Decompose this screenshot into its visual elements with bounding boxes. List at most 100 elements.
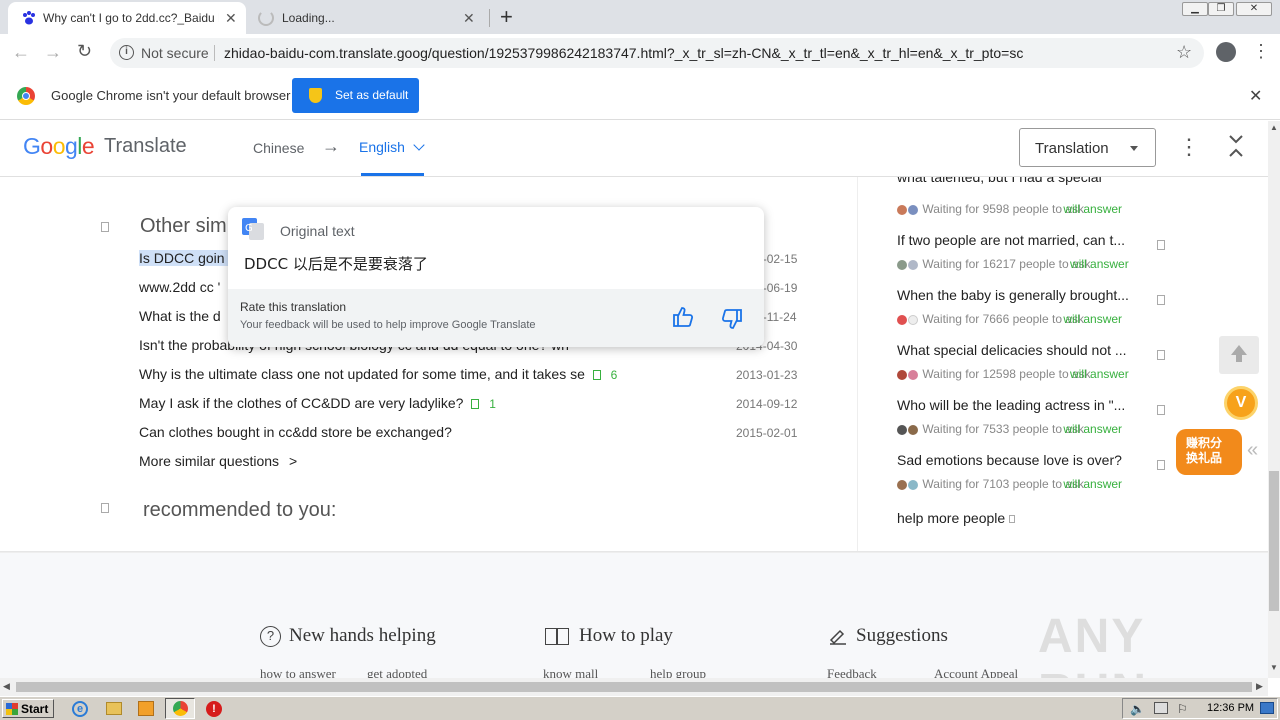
tab-close-icon[interactable]: ✕	[225, 10, 237, 27]
rate-subtitle: Your feedback will be used to help impro…	[240, 319, 536, 331]
omnibox-divider	[214, 45, 215, 61]
new-tab-button[interactable]: +	[500, 4, 513, 30]
dropdown-caret-icon	[1130, 146, 1138, 151]
thumbs-up-icon[interactable]	[672, 306, 694, 333]
promo-text: 赚积分换礼品	[1186, 436, 1223, 465]
bookmark-star-icon[interactable]: ☆	[1176, 42, 1192, 63]
volume-icon[interactable]: 🔈	[1130, 702, 1145, 716]
sidebar-question[interactable]: Who will be the leading actress in "...	[897, 397, 1147, 413]
back-icon[interactable]: ←	[12, 42, 30, 63]
question-link[interactable]: What is the d	[139, 308, 227, 324]
more-options-icon[interactable]: ⋮	[1178, 134, 1200, 160]
infobar-close-icon[interactable]: ✕	[1249, 86, 1262, 106]
waiting-text: Waiting for 7103 people to ask	[922, 477, 1084, 491]
chrome-menu-icon[interactable]: ⋮	[1252, 41, 1270, 62]
horizontal-scrollbar[interactable]: ◀ ▶	[0, 678, 1268, 696]
question-link[interactable]: Why is the ultimate class one not update…	[139, 366, 659, 382]
sidebar-meta: Waiting for 12598 people to ask will ans…	[897, 367, 1129, 381]
expand-panel-icon[interactable]: «	[1247, 439, 1258, 462]
scroll-up-icon[interactable]: ▲	[1270, 123, 1278, 132]
ie-icon[interactable]: e	[72, 701, 88, 717]
back-to-top-button[interactable]	[1219, 336, 1259, 374]
scroll-left-icon[interactable]: ◀	[3, 681, 10, 692]
rate-title: Rate this translation	[240, 300, 347, 314]
set-as-default-button[interactable]: Set as default	[292, 78, 419, 113]
tab-separator	[489, 9, 490, 27]
question-icon	[1157, 240, 1165, 250]
question-text: Is DDCC goin	[139, 250, 225, 266]
original-text: DDCC 以后是不是要衰落了	[244, 255, 428, 273]
start-button[interactable]: Start	[2, 699, 54, 718]
security-label[interactable]: Not secure	[141, 45, 209, 61]
sidebar-question[interactable]: When the baby is generally brought...	[897, 287, 1147, 303]
question-link[interactable]: Can clothes bought in cc&dd store be exc…	[139, 424, 539, 440]
maximize-button[interactable]: ❐	[1208, 2, 1234, 16]
flag-icon[interactable]: ⚐	[1177, 702, 1188, 716]
loading-spinner-icon	[258, 10, 274, 26]
sidebar-question[interactable]: If two people are not married, can t...	[897, 232, 1147, 248]
will-answer-text[interactable]: will answer	[1063, 312, 1122, 326]
address-bar[interactable]: i Not secure zhidao-baidu-com.translate.…	[110, 38, 1204, 68]
source-language[interactable]: Chinese	[253, 140, 304, 156]
clock[interactable]: 12:36 PM	[1207, 702, 1254, 714]
waiting-text: Waiting for 9598 people to ask	[922, 202, 1084, 216]
profile-avatar-icon[interactable]	[1216, 42, 1236, 62]
question-icon	[1157, 295, 1165, 305]
url-text[interactable]: zhidao-baidu-com.translate.goog/question…	[224, 45, 1023, 61]
target-language[interactable]: English	[359, 139, 425, 155]
shield-icon	[309, 88, 322, 103]
collapse-icon[interactable]	[1228, 133, 1244, 159]
google-translate-icon: G	[242, 218, 264, 240]
avatar	[897, 369, 907, 380]
tab-loading[interactable]: Loading... ✕	[248, 2, 488, 34]
minimize-button[interactable]: ▁	[1182, 2, 1208, 16]
target-language-underline	[361, 173, 424, 176]
help-more-label: help more people	[897, 510, 1006, 526]
info-icon[interactable]: i	[119, 45, 134, 60]
reload-icon[interactable]: ↻	[77, 41, 92, 62]
more-similar-questions-link[interactable]: More similar questions >	[139, 453, 297, 469]
vertical-scrollbar[interactable]: ▲ ▼	[1268, 121, 1280, 678]
close-window-button[interactable]: ✕	[1236, 2, 1272, 16]
windows-logo-icon	[6, 703, 18, 715]
sidebar-question[interactable]: What special delicacies should not ...	[897, 342, 1147, 358]
question-text: What is the d	[139, 308, 221, 324]
language-arrow-icon: →	[322, 136, 340, 156]
question-link[interactable]: www.2dd cc '	[139, 279, 227, 295]
forward-icon[interactable]: →	[44, 42, 62, 63]
will-answer-text[interactable]: will answer	[1063, 477, 1122, 491]
chrome-icon	[173, 701, 188, 716]
question-link[interactable]: Is DDCC goin	[139, 250, 228, 266]
taskbar-chrome-button[interactable]	[165, 698, 195, 719]
translation-mode-select[interactable]: Translation	[1019, 128, 1156, 167]
scroll-down-icon[interactable]: ▼	[1270, 663, 1278, 672]
tab-baidu[interactable]: Why can't I go to 2dd.cc?_Baidu Kno ✕	[8, 2, 246, 34]
will-answer-text[interactable]: will answer	[1070, 257, 1129, 271]
scroll-right-icon[interactable]: ▶	[1256, 681, 1263, 692]
google-translate-bar: Google Translate Chinese → English Trans…	[0, 121, 1268, 177]
thumbs-down-icon[interactable]	[721, 308, 743, 335]
baidu-paw-icon	[21, 10, 37, 26]
section-icon	[101, 503, 109, 513]
help-more-people-link[interactable]: help more people	[897, 510, 1147, 526]
avatar	[908, 479, 918, 490]
scroll-thumb[interactable]	[1269, 471, 1279, 611]
sidebar-question-partial[interactable]: what talented, but I had a special	[897, 177, 1147, 185]
sidebar-question[interactable]: Sad emotions because love is over?	[897, 452, 1147, 468]
avatar	[897, 314, 907, 325]
folder-icon[interactable]	[106, 702, 122, 715]
media-player-icon[interactable]	[138, 701, 154, 716]
network-icon[interactable]	[1154, 702, 1168, 714]
points-promo-badge[interactable]: V 赚积分换礼品	[1172, 380, 1258, 480]
will-answer-text[interactable]: will answer	[1070, 367, 1129, 381]
tab-strip: Why can't I go to 2dd.cc?_Baidu Kno ✕ Lo…	[0, 0, 1280, 34]
hscroll-thumb[interactable]	[16, 682, 1252, 692]
chevron-down-icon	[413, 139, 425, 151]
avatar	[908, 259, 918, 270]
show-desktop-icon[interactable]	[1260, 702, 1274, 714]
question-link[interactable]: May I ask if the clothes of CC&DD are ve…	[139, 395, 559, 411]
tab-close-icon[interactable]: ✕	[463, 10, 475, 27]
will-answer-text[interactable]: will answer	[1063, 202, 1122, 216]
antivirus-icon[interactable]: !	[206, 701, 222, 717]
will-answer-text[interactable]: will answer	[1063, 422, 1122, 436]
